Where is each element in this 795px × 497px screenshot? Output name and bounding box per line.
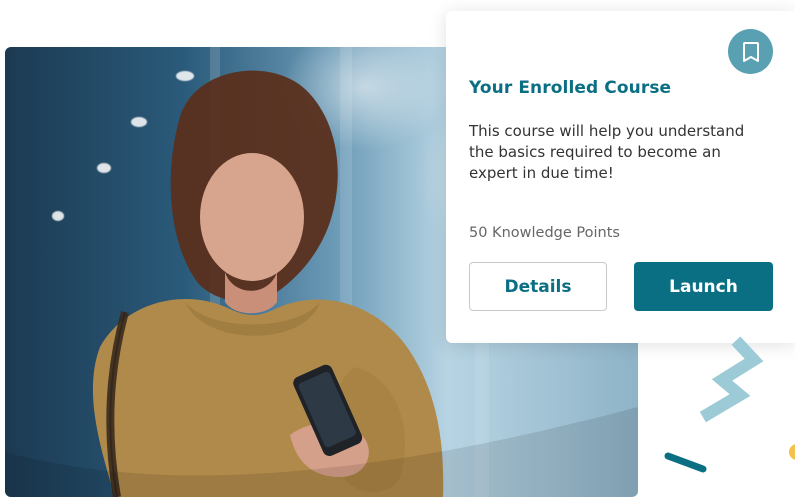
details-button[interactable]: Details (469, 262, 607, 311)
details-button-label: Details (504, 276, 572, 297)
course-title: Your Enrolled Course (469, 78, 672, 98)
dash-decoration (664, 452, 707, 473)
course-promo-stage: Your Enrolled Course This course will he… (0, 0, 795, 497)
dot-decoration (789, 444, 795, 460)
bookmark-icon (742, 41, 759, 62)
knowledge-points: 50 Knowledge Points (469, 225, 620, 241)
bookmark-button[interactable] (728, 29, 773, 74)
launch-button-label: Launch (669, 276, 738, 297)
enrolled-course-card: Your Enrolled Course This course will he… (446, 11, 795, 343)
zigzag-decoration (699, 336, 764, 423)
course-description: This course will help you understand the… (469, 122, 745, 182)
launch-button[interactable]: Launch (634, 262, 773, 311)
